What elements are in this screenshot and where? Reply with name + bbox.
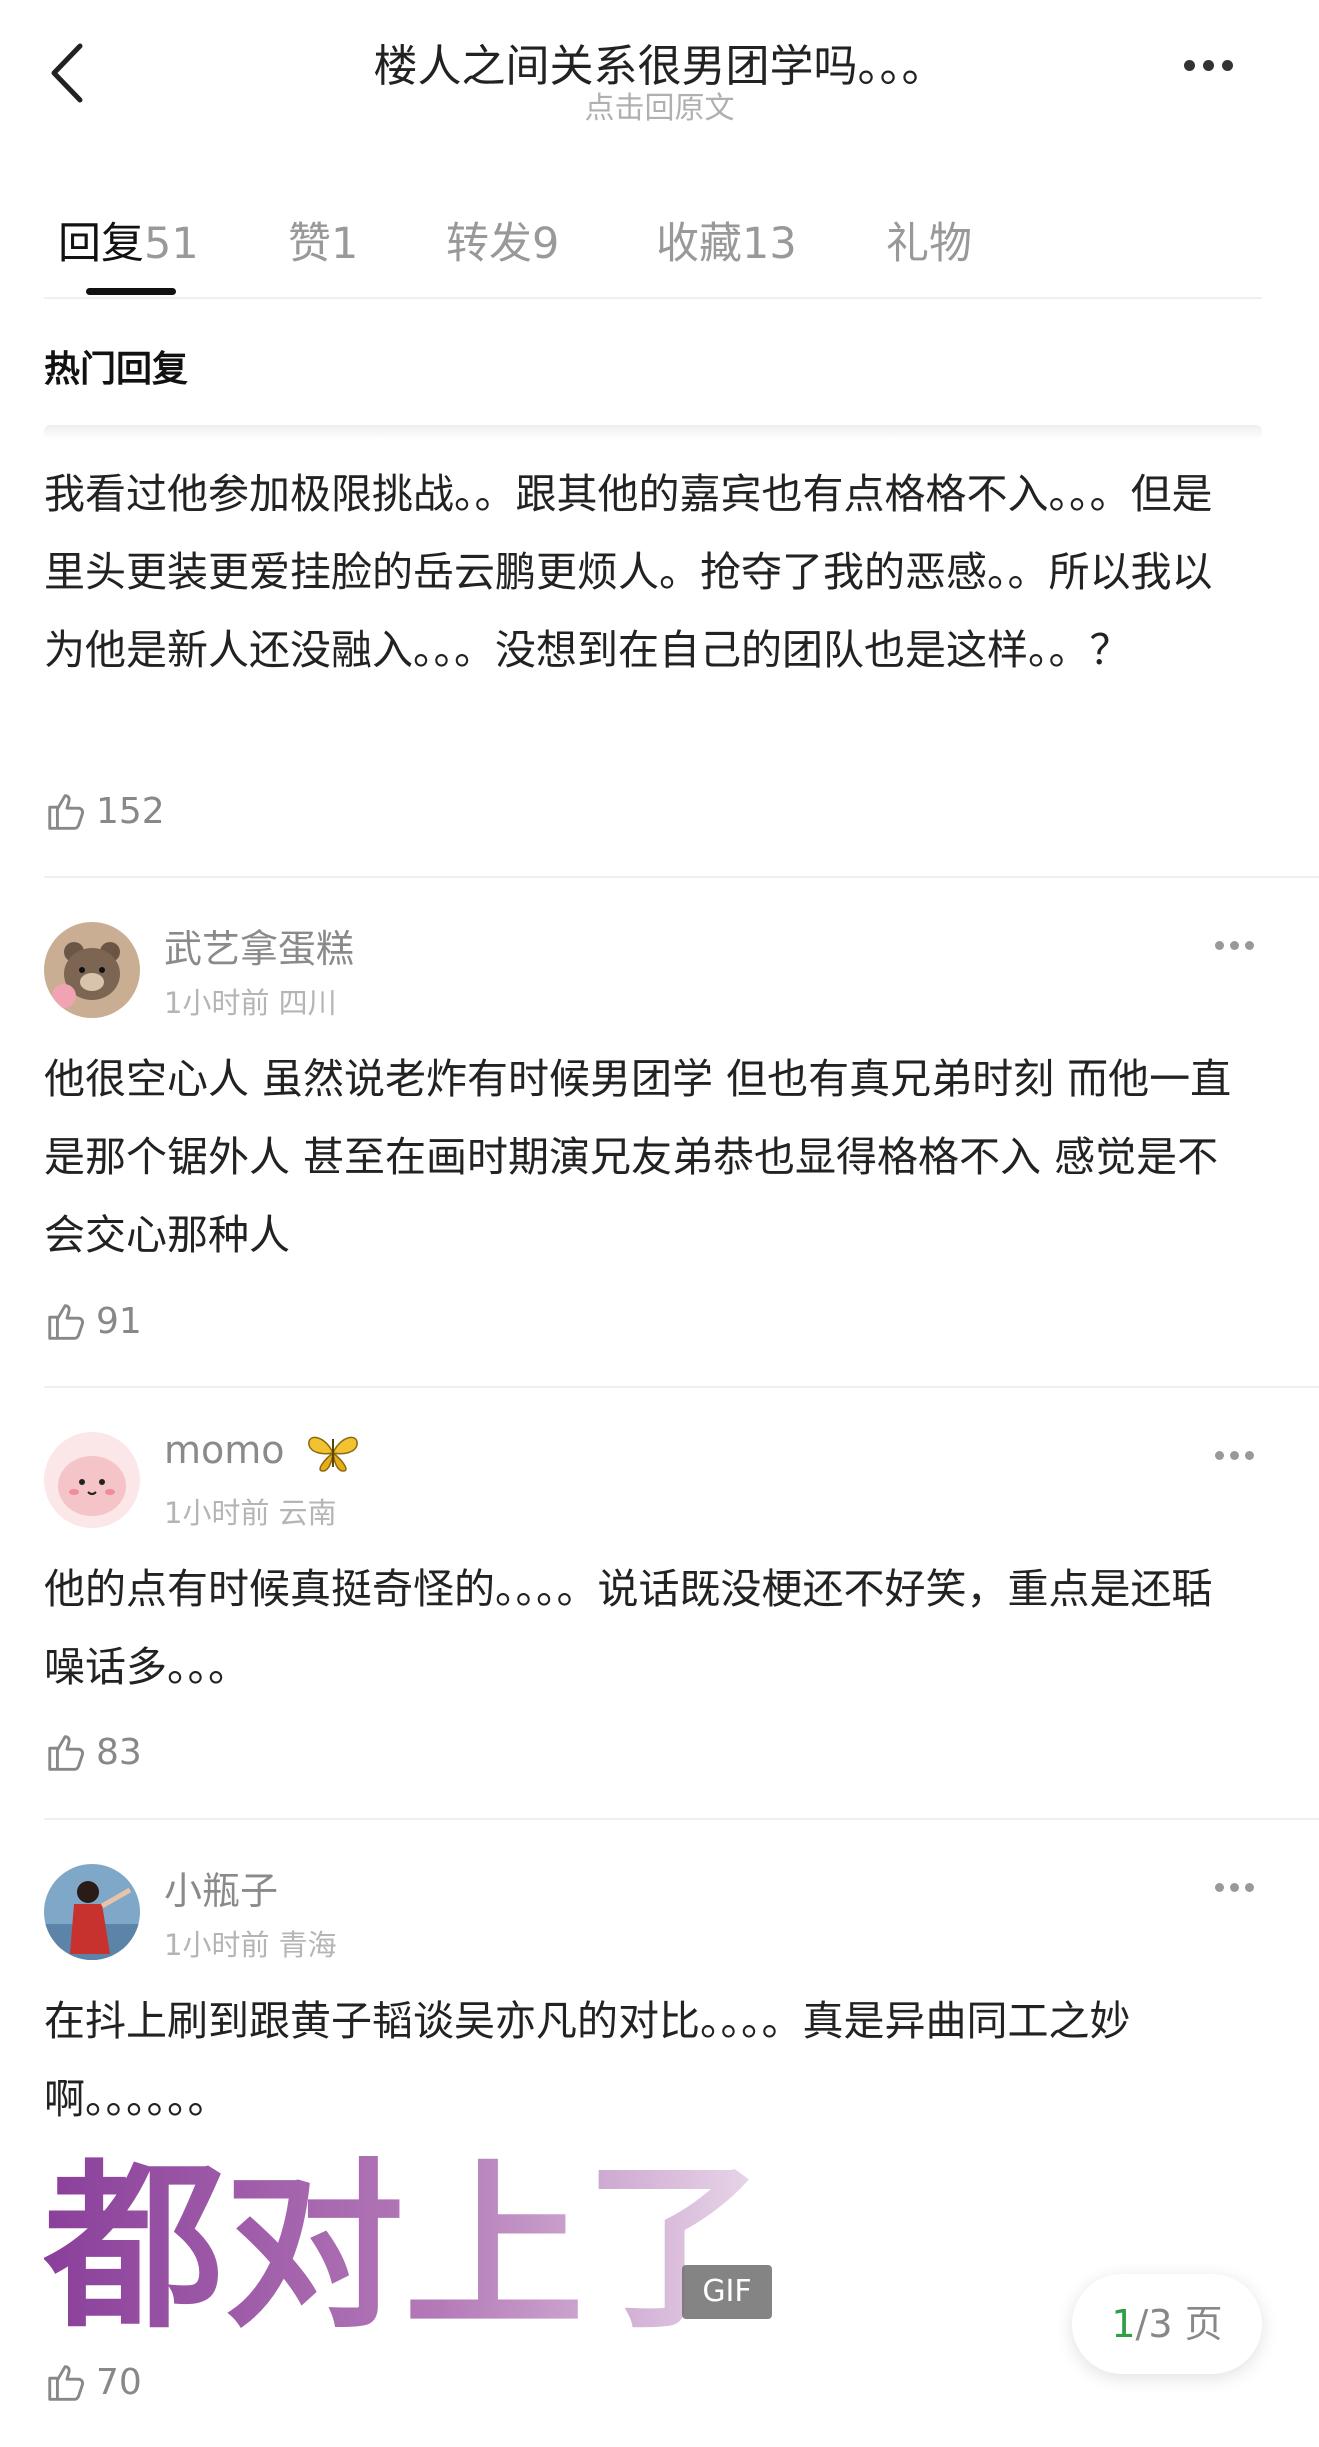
- comment-text: 他很空心人 虽然说老炸有时候男团学 但也有真兄弟时刻 而他一直是那个锯外人 甚至…: [44, 1055, 1232, 1259]
- tab-count: 9: [532, 219, 560, 269]
- active-tab-indicator: [86, 288, 176, 295]
- username[interactable]: 小瓶子: [164, 1860, 278, 1915]
- butterfly-icon: [307, 1436, 358, 1472]
- tab-favorites[interactable]: 收藏13: [656, 209, 797, 271]
- location: 青海: [278, 1928, 337, 1962]
- comment-more-button[interactable]: [1212, 935, 1272, 959]
- gif-sticker: 都对上了: [43, 2144, 764, 2353]
- like-count: 70: [96, 2361, 142, 2403]
- like-button[interactable]: 91: [44, 1296, 142, 1346]
- page-unit: 页: [1184, 2302, 1223, 2346]
- pink-blob-avatar-icon: [44, 1432, 140, 1528]
- tab-count: 1: [331, 219, 359, 269]
- thumbs-up-icon: [48, 794, 84, 830]
- username-text: momo: [164, 1428, 285, 1472]
- tab-bar: 回复51 赞1 转发9 收藏13 礼物: [0, 195, 1319, 305]
- more-icon: [1180, 56, 1237, 75]
- like-button[interactable]: 70: [44, 2357, 142, 2407]
- avatar[interactable]: [44, 1432, 140, 1528]
- current-page: 1: [1111, 2302, 1136, 2346]
- divider: [44, 1386, 1319, 1388]
- comment-text: 在抖上刷到跟黄子韬谈吴亦凡的对比。。。。真是异曲同工之妙啊。。。。。。: [44, 1997, 1131, 2123]
- more-options-button[interactable]: [1180, 56, 1250, 86]
- back-to-original-link[interactable]: 点击回原文: [0, 83, 1319, 127]
- location: 云南: [278, 1496, 337, 1530]
- timestamp: 1小时前: [164, 1496, 270, 1530]
- comment-text: 我看过他参加极限挑战。。跟其他的嘉宾也有点格格不入。。。但是里头更装更爱挂脸的岳…: [44, 470, 1213, 674]
- tab-label: 收藏: [656, 219, 742, 269]
- tab-label: 回复: [58, 219, 144, 269]
- tab-label: 礼物: [886, 219, 972, 269]
- gif-image[interactable]: 都对上了: [43, 2140, 764, 2353]
- username[interactable]: 武艺拿蛋糕: [164, 918, 354, 973]
- avatar[interactable]: [44, 1864, 140, 1960]
- tab-label: 赞: [288, 219, 331, 269]
- like-count: 83: [96, 1731, 142, 1773]
- comment-meta: 1小时前 云南: [164, 1490, 337, 1532]
- divider: [44, 1818, 1319, 1820]
- timestamp: 1小时前: [164, 986, 270, 1020]
- like-count: 91: [96, 1300, 142, 1342]
- tab-count: 13: [742, 219, 797, 269]
- more-icon: [1212, 935, 1257, 954]
- tab-likes[interactable]: 赞1: [288, 209, 358, 271]
- thumbs-up-icon: [48, 1304, 84, 1340]
- more-icon: [1212, 1877, 1257, 1896]
- comment-more-button[interactable]: [1212, 1877, 1272, 1901]
- avatar[interactable]: [44, 922, 140, 1018]
- tab-replies[interactable]: 回复51: [58, 209, 199, 271]
- like-button[interactable]: 83: [44, 1727, 142, 1777]
- divider: [44, 425, 1262, 439]
- comment-meta: 1小时前 四川: [164, 980, 337, 1022]
- like-button[interactable]: 152: [44, 786, 165, 836]
- comment-text: 他的点有时候真挺奇怪的。。。。说话既没梗还不好笑，重点是还聒噪话多。。。: [44, 1565, 1213, 1691]
- comment-meta: 1小时前 青海: [164, 1922, 337, 1964]
- comment-more-button[interactable]: [1212, 1445, 1272, 1469]
- girl-photo-avatar-icon: [44, 1864, 140, 1960]
- location: 四川: [278, 986, 337, 1020]
- page-indicator[interactable]: 1/3 页: [1072, 2274, 1262, 2374]
- like-count: 152: [96, 790, 165, 832]
- tab-gifts[interactable]: 礼物: [886, 209, 972, 271]
- top-bar: 楼人之间关系很男团学吗。。。 点击回原文: [0, 0, 1319, 150]
- divider: [44, 876, 1319, 878]
- thumbs-up-icon: [48, 1735, 84, 1771]
- hot-replies-heading: 热门回复: [44, 349, 189, 390]
- timestamp: 1小时前: [164, 1928, 270, 1962]
- tab-reposts[interactable]: 转发9: [446, 209, 559, 271]
- tab-count: 51: [144, 219, 199, 269]
- divider: [44, 297, 1262, 299]
- bear-avatar-icon: [44, 922, 140, 1018]
- gif-badge: GIF: [682, 2265, 772, 2319]
- thumbs-up-icon: [48, 2365, 84, 2401]
- gif-caption: 都对上了: [44, 2144, 764, 2340]
- total-pages: /3: [1135, 2302, 1173, 2346]
- more-icon: [1212, 1445, 1257, 1464]
- tab-label: 转发: [446, 219, 532, 269]
- username[interactable]: momo: [164, 1428, 363, 1475]
